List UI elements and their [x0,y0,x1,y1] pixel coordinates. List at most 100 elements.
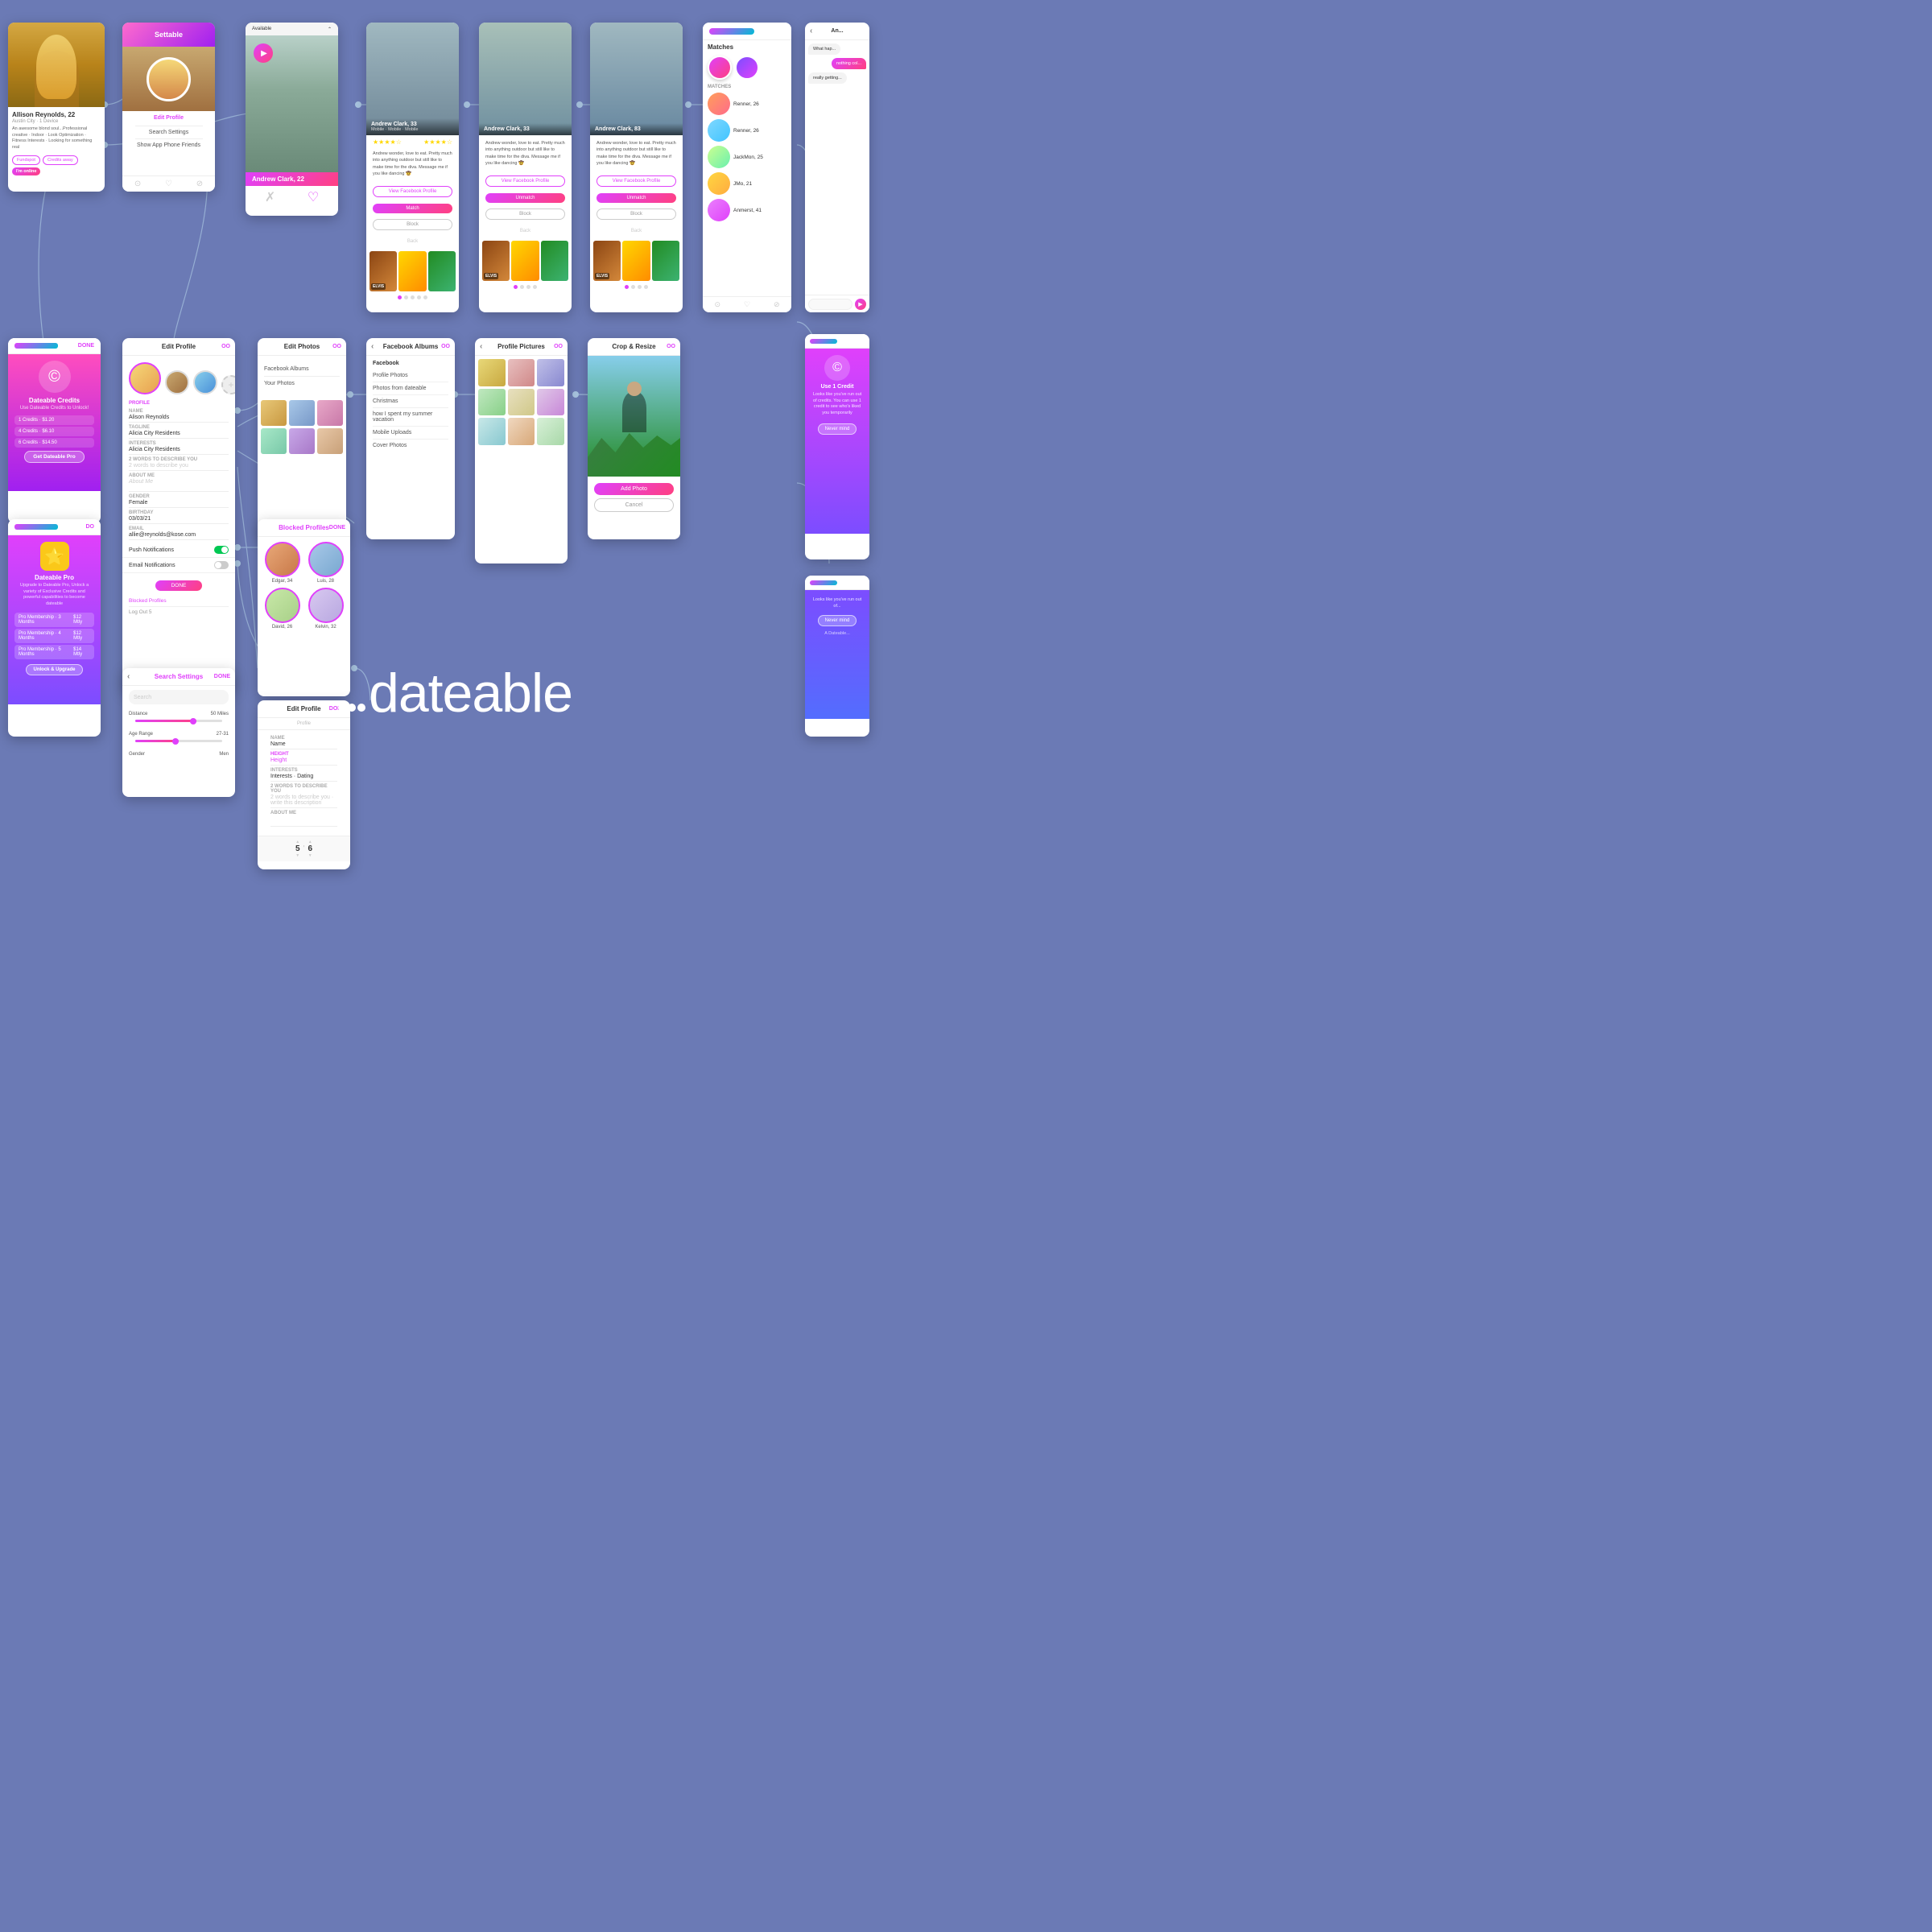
height-val[interactable]: Height [270,758,337,766]
never-mind-btn-2[interactable]: Never mind [818,615,857,626]
album-link-3[interactable]: how I spent my summer vacation [373,408,448,427]
credits-done-btn[interactable]: DONE [78,343,94,349]
online-button[interactable]: I'm online [12,167,40,175]
chat-input[interactable] [808,299,852,310]
about-value[interactable]: About Me [129,479,229,492]
fb-albums-done[interactable]: OO [554,344,563,349]
blocked-done[interactable]: DONE [329,525,345,530]
unmatch-button[interactable]: Unmatch [485,193,565,203]
match-row-3[interactable]: JMo, 21 [708,172,786,195]
back-button-1[interactable]: Back [373,237,452,246]
block-button-3[interactable]: Block [597,208,676,220]
push-toggle[interactable] [214,546,229,554]
never-mind-btn-1[interactable]: Never mind [818,423,857,435]
like-button[interactable]: ♡ [308,189,319,205]
search-done[interactable]: DONE [214,674,230,679]
photo-thumb-3[interactable] [261,428,287,454]
words-val[interactable]: 2 words to describe you · write this des… [270,795,337,808]
album-link-0[interactable]: Profile Photos [373,369,448,382]
fb-albums-back[interactable]: ‹ [480,342,482,351]
membership-0[interactable]: Pro Membership · 3 Months $12 Mtly [14,613,94,627]
your-photos-link[interactable]: Your Photos [264,377,340,390]
membership-2[interactable]: Pro Membership · 5 Months $14 Mtly [14,645,94,659]
birthday-value[interactable]: 03/03/21 [129,516,229,524]
about-val[interactable] [270,815,337,827]
credit-item-0[interactable]: 1 Credits · $1.20 [14,415,94,425]
album-link-2[interactable]: Christmas [373,395,448,408]
album-link-1[interactable]: Photos from dateable [373,382,448,395]
fb-photo-8[interactable] [537,418,564,445]
edit-photos-exp-done[interactable]: OO [441,344,450,349]
dislike-button[interactable]: ✗ [265,189,275,205]
log-out-link[interactable]: Log Out 5 [129,607,229,617]
pro-done-btn[interactable]: DO [86,524,95,530]
interests-value[interactable]: Alicia City Residents [129,447,229,455]
view-fb-button-2[interactable]: View Facebook Profile [485,175,565,187]
view-fb-button-1[interactable]: View Facebook Profile [373,186,452,197]
back-button-2[interactable]: Back [485,226,565,236]
match-row-0[interactable]: Renner, 26 [708,93,786,115]
tab-profile[interactable]: Profile [258,718,350,729]
search-back[interactable]: ‹ [127,672,130,681]
chat-back-icon[interactable]: ‹ [810,27,812,35]
credits-away-button[interactable]: Credits away [43,155,78,165]
album-link-4[interactable]: Mobile Uploads [373,427,448,440]
unlock-upgrade-btn[interactable]: Unlock & Upgrade [26,664,82,675]
blocked-user-2[interactable]: David, 26 [262,588,302,630]
credit-item-1[interactable]: 4 Credits · $6.10 [14,427,94,436]
interests-val[interactable]: Interests · Dating [270,774,337,782]
fb-photo-0[interactable] [478,359,506,386]
send-button[interactable]: ▶ [855,299,866,310]
credit-item-2[interactable]: 6 Credits · $14.50 [14,438,94,448]
blocked-user-3[interactable]: Kelvin, 32 [306,588,345,630]
edit-profile-link[interactable]: Edit Profile [126,115,211,121]
photo-thumb-2[interactable] [317,400,343,426]
blocked-profiles-link[interactable]: Blocked Profiles [129,596,229,607]
edit-avatar-main[interactable] [129,362,161,394]
nav-icon-1[interactable]: ⊙ [714,300,720,309]
match-row-1[interactable]: Renner, 26 [708,119,786,142]
edit-done-button[interactable]: DONE [155,580,203,591]
search-settings-link[interactable]: Search Settings [126,130,211,135]
nav-icon-3[interactable]: ⊘ [774,300,780,309]
edit-photos-exp-back[interactable]: ‹ [371,342,374,351]
match-avatar-0[interactable] [708,56,732,80]
album-link-5[interactable]: Cover Photos [373,440,448,452]
photo-thumb-1[interactable] [289,400,315,426]
blocked-user-1[interactable]: Luis, 28 [306,542,345,584]
match-button-1[interactable]: Match [373,204,452,213]
add-photo-btn[interactable]: + [221,375,235,394]
email-value[interactable]: allie@reynolds@kose.com [129,532,229,540]
edit-avatar-2[interactable] [193,370,217,394]
block-button-2[interactable]: Block [485,208,565,220]
fb-photo-3[interactable] [478,389,506,416]
fb-photo-7[interactable] [508,418,535,445]
blocked-user-0[interactable]: Edgar, 34 [262,542,302,584]
edit-profile-done[interactable]: OO [221,344,230,349]
membership-1[interactable]: Pro Membership · 4 Months $12 Mtly [14,629,94,643]
fb-photo-5[interactable] [537,389,564,416]
photo-thumb-0[interactable] [261,400,287,426]
gender-value[interactable]: Female [129,500,229,508]
show-friends-link[interactable]: Show App Phone Friends [126,142,211,148]
nav-home-icon[interactable]: ⊙ [134,180,141,188]
nav-settings-icon[interactable]: ⊘ [196,180,203,188]
block-button-1[interactable]: Block [373,219,452,230]
fb-photo-4[interactable] [508,389,535,416]
fb-photo-2[interactable] [537,359,564,386]
fb-photo-6[interactable] [478,418,506,445]
crop-photo-area[interactable] [588,356,680,477]
edit-avatar-1[interactable] [165,370,189,394]
edit-photos-done[interactable]: OO [332,344,341,349]
email-toggle[interactable] [214,561,229,569]
view-fb-button-3[interactable]: View Facebook Profile [597,175,676,187]
cancel-photo-btn[interactable]: Cancel [594,498,674,512]
name-value[interactable]: Alison Reynolds [129,415,229,423]
photo-thumb-4[interactable] [289,428,315,454]
photo-thumb-5[interactable] [317,428,343,454]
words-value[interactable]: 2 words to describe you [129,463,229,471]
height-name-val[interactable]: Name [270,741,337,749]
unmatch-button-3[interactable]: Unmatch [597,193,676,203]
fundspot-button[interactable]: Fundspot [12,155,40,165]
fb-photo-1[interactable] [508,359,535,386]
